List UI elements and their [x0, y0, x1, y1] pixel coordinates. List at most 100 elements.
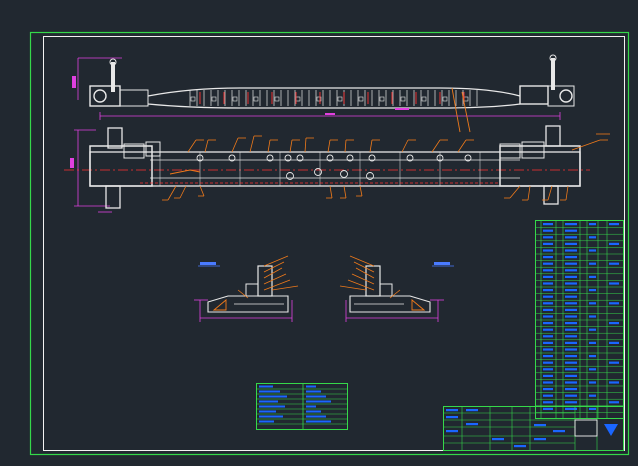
table-cell-text — [306, 395, 326, 398]
table-cell-text — [565, 322, 577, 325]
table-cell-text — [565, 223, 577, 226]
left-wheel-block — [107, 127, 123, 149]
girder-panel — [442, 96, 448, 102]
title-block[interactable] — [443, 406, 624, 451]
leader-line — [565, 185, 569, 201]
table-cell-text — [589, 289, 596, 292]
table-cell-text — [565, 348, 577, 351]
table-cell-text — [259, 415, 283, 418]
table-cell-text — [306, 420, 331, 423]
table-cell-text — [609, 223, 619, 226]
table-cell-text — [543, 295, 553, 298]
table-cell-text — [543, 315, 553, 318]
table-cell-text — [543, 249, 553, 252]
girder-panel — [253, 96, 259, 102]
table-cell-text — [565, 335, 577, 338]
hook-outline — [169, 169, 201, 175]
leader-line — [461, 91, 471, 133]
cad-drawing-canvas[interactable] — [0, 0, 638, 466]
table-cell-text — [466, 423, 478, 426]
leader-line — [339, 285, 367, 291]
girder-panel — [337, 96, 343, 102]
leader-line — [431, 139, 441, 153]
section-label — [200, 262, 216, 265]
table-cell-text — [543, 361, 553, 364]
girder-panel — [211, 96, 217, 102]
clamp-block — [379, 283, 393, 297]
parts-list-table[interactable] — [535, 220, 624, 419]
table-cell-text — [565, 249, 577, 252]
leader-line — [509, 185, 521, 199]
table-cell-text — [589, 328, 596, 331]
table-cell-text — [514, 445, 526, 448]
clamp-block — [245, 283, 259, 297]
leader-line — [204, 139, 209, 153]
cad-drawing-viewport[interactable] — [0, 0, 638, 466]
table-cell-text — [565, 368, 577, 371]
leader-line — [457, 139, 467, 153]
girder-ribs — [189, 90, 478, 106]
table-cell-text — [543, 348, 553, 351]
pulley — [286, 172, 294, 180]
table-cell-text — [565, 289, 577, 292]
leader-line — [263, 279, 291, 291]
pulley — [340, 170, 348, 178]
table-cell-text — [543, 355, 553, 358]
table-cell-text — [446, 409, 458, 412]
leader-line — [571, 139, 601, 151]
table-cell-text — [565, 374, 577, 377]
table-cell-text — [543, 275, 553, 278]
table-cell-text — [543, 368, 553, 371]
leader-line — [347, 279, 375, 291]
table-cell-text — [534, 424, 546, 427]
table-cell-text — [543, 322, 553, 325]
table-cell-text — [565, 242, 577, 245]
table-cell-text — [543, 335, 553, 338]
girder-panel — [463, 96, 469, 102]
dimension-text — [325, 113, 335, 115]
front-elevation-view[interactable] — [72, 54, 575, 133]
beam-fittings — [140, 152, 500, 186]
leader-line — [353, 261, 375, 273]
leader-line — [267, 139, 271, 153]
table-cell-text — [259, 420, 274, 423]
technical-requirements-table[interactable] — [256, 383, 348, 430]
table-cell-text — [543, 223, 553, 226]
table-cell-text — [565, 236, 577, 239]
motor — [521, 141, 545, 159]
table-cell-text — [609, 242, 619, 245]
table-cell-text — [543, 388, 553, 391]
leader-line — [249, 135, 255, 153]
table-cell-text — [306, 405, 316, 408]
table-cell-text — [259, 395, 287, 398]
leader-line — [271, 285, 299, 291]
table-cell-text — [609, 361, 619, 364]
table-cell-text — [543, 262, 553, 265]
motor — [145, 141, 161, 157]
leader-line — [327, 139, 331, 153]
table-cell-text — [543, 302, 553, 305]
leader-line — [289, 139, 293, 153]
table-cell-text — [534, 438, 546, 441]
table-cell-text — [565, 381, 577, 384]
leader-line — [179, 185, 187, 199]
detail-section-right[interactable] — [339, 255, 454, 322]
girder-panel — [421, 96, 427, 102]
plan-view[interactable] — [64, 125, 610, 213]
table-cell-text — [306, 410, 321, 413]
leader-line — [263, 267, 283, 279]
inner-frame — [43, 36, 625, 451]
leader-line — [527, 185, 531, 201]
right-post — [551, 58, 555, 90]
detail-section-left[interactable] — [194, 255, 299, 322]
right-drive-unit — [519, 85, 549, 105]
leader-line — [199, 185, 205, 197]
table-cell-text — [446, 416, 458, 419]
leader-line — [349, 255, 375, 267]
table-cell-text — [565, 269, 577, 272]
table-cell-text — [543, 308, 553, 311]
table-cell-text — [543, 401, 553, 404]
gusset — [411, 299, 426, 311]
part-leaders — [162, 133, 610, 201]
table-cell-text — [553, 430, 565, 433]
